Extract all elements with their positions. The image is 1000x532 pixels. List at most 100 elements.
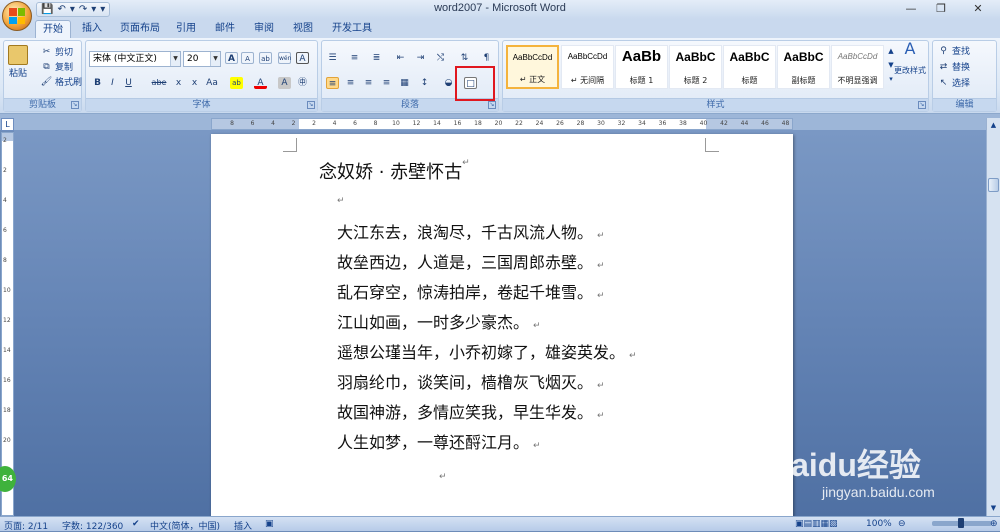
decrease-indent-button[interactable]: ⇤ (394, 52, 407, 64)
insert-mode[interactable]: 插入 (234, 519, 252, 532)
paragraph-launcher-icon[interactable]: ↘ (488, 101, 496, 109)
tab-page-layout[interactable]: 页面布局 (114, 20, 166, 38)
chevron-down-icon[interactable]: ▼ (210, 52, 220, 66)
save-icon[interactable]: 💾 (41, 4, 53, 15)
font-name-combo[interactable]: 宋体 (中文正文) ▼ (89, 51, 181, 67)
style-title[interactable]: AaBbC 标题 (723, 45, 776, 89)
paragraph-mark: ↵ (597, 261, 605, 271)
style-heading-1[interactable]: AaBb 标题 1 (615, 45, 668, 89)
close-button[interactable]: ✕ (956, 0, 1000, 18)
style-no-spacing[interactable]: AaBbCcDd ↵ 无间隔 (561, 45, 614, 89)
change-case-button[interactable]: Aa (204, 77, 220, 89)
horizontal-ruler[interactable]: 8 6 4 2 2 4 6 8 10 12 14 16 18 20 22 24 26 28 30 32 34 36 38 40… (211, 118, 793, 130)
numbering-button[interactable]: ≡ (348, 52, 361, 64)
grow-font-icon: A (225, 52, 238, 64)
align-center-icon: ≡ (346, 78, 355, 88)
document-page[interactable]: 念奴娇 · 赤壁怀古 ↵ ↵ 大江东去，浪淘尽，千古风流人物。 ↵ 故垒西边，人道是，… (211, 134, 793, 516)
clipboard-group: 粘贴 ✂ 剪切 ⧉ 复制 🖌 格式刷 剪贴板 ↘ (3, 40, 82, 112)
italic-button[interactable]: I (106, 77, 119, 89)
style-subtle-emphasis[interactable]: AaBbCcDd 不明显强调 (831, 45, 884, 89)
phonetic-guide-button[interactable]: wén (278, 52, 291, 64)
find-button[interactable]: ⚲ 查找 (937, 44, 970, 58)
asian-layout-button[interactable]: ⤭ (434, 52, 447, 64)
scrollbar-thumb[interactable] (988, 178, 999, 192)
zoom-out-icon[interactable]: ⊖ (898, 519, 906, 529)
customize-qat-icon[interactable]: ▾ (100, 4, 105, 15)
copy-button[interactable]: ⧉ 复制 (40, 60, 73, 74)
undo-icon[interactable]: ↶ (57, 4, 65, 15)
redo-icon[interactable]: ↷ (79, 4, 87, 15)
minimize-button[interactable]: — (896, 0, 926, 18)
align-left-button[interactable]: ≡ (326, 77, 339, 89)
scroll-down-icon[interactable]: ▼ (988, 503, 999, 514)
language-indicator[interactable]: 中文(简体，中国) (150, 519, 220, 532)
subscript-button[interactable]: x (172, 77, 185, 89)
zoom-slider[interactable] (932, 518, 992, 528)
align-center-button[interactable]: ≡ (344, 77, 357, 89)
char-border-button[interactable]: A (296, 52, 309, 64)
change-styles-label: 更改样式 (894, 66, 926, 75)
clipboard-launcher-icon[interactable]: ↘ (71, 101, 79, 109)
vertical-scrollbar[interactable]: ▲ ▼ (986, 118, 1000, 516)
justify-button[interactable]: ≡ (380, 77, 393, 89)
spellcheck-icon[interactable]: ✔ (132, 519, 140, 529)
bullets-button[interactable]: ☰ (326, 52, 339, 64)
font-size-combo[interactable]: 20 ▼ (183, 51, 221, 67)
vertical-ruler[interactable]: 2246810121416182022 (1, 132, 14, 516)
cut-button[interactable]: ✂ 剪切 (40, 45, 73, 59)
underline-button[interactable]: U (122, 77, 135, 89)
zoom-in-icon[interactable]: ⊕ (990, 519, 998, 529)
style-normal[interactable]: AaBbCcDd ↵ 正文 (506, 45, 559, 89)
zoom-slider-knob[interactable] (958, 518, 964, 528)
change-styles-button[interactable]: A 更改样式 (891, 41, 929, 76)
sort-button[interactable]: ⇅ (458, 52, 471, 64)
zoom-level[interactable]: 100% (866, 519, 892, 529)
font-launcher-icon[interactable]: ↘ (307, 101, 315, 109)
superscript-button[interactable]: x (188, 77, 201, 89)
distributed-button[interactable]: ▦ (398, 77, 411, 89)
ruler-tick-label: 36 (658, 120, 667, 127)
bold-button[interactable]: B (91, 77, 104, 89)
tab-mailings[interactable]: 邮件 (209, 20, 241, 38)
tab-view[interactable]: 视图 (287, 20, 319, 38)
redo-dropdown-icon[interactable]: ▾ (91, 4, 96, 15)
more-styles-icon[interactable]: ▾ (889, 75, 893, 83)
tab-home[interactable]: 开始 (35, 20, 71, 38)
grow-font-button[interactable]: A (225, 52, 238, 64)
char-shading-button[interactable]: A (278, 77, 291, 89)
tab-review[interactable]: 审阅 (248, 20, 280, 38)
shrink-font-button[interactable]: A (241, 52, 254, 64)
tab-insert[interactable]: 插入 (76, 20, 108, 38)
strikethrough-button[interactable]: abe (150, 77, 168, 89)
show-marks-button[interactable]: ¶ (480, 52, 493, 64)
word-count[interactable]: 字数: 122/360 (62, 519, 123, 532)
format-painter-button[interactable]: 🖌 格式刷 (40, 75, 82, 89)
tab-selector-icon[interactable]: L (1, 118, 14, 131)
select-button[interactable]: ↖ 选择 (937, 76, 970, 90)
view-buttons[interactable]: ▣▤▥▦▧ (795, 519, 838, 529)
clear-format-button[interactable]: ab (259, 52, 272, 64)
page-indicator[interactable]: 页面: 2/11 (4, 519, 48, 532)
increase-indent-button[interactable]: ⇥ (414, 52, 427, 64)
chevron-down-icon[interactable]: ▼ (170, 52, 180, 66)
style-subtitle[interactable]: AaBbC 副标题 (777, 45, 830, 89)
scroll-up-icon[interactable]: ▲ (988, 120, 999, 131)
highlight-button[interactable]: ab (230, 77, 243, 89)
styles-launcher-icon[interactable]: ↘ (918, 101, 926, 109)
shading-button[interactable]: ◒ (442, 77, 455, 89)
tab-references[interactable]: 引用 (170, 20, 202, 38)
align-right-button[interactable]: ≡ (362, 77, 375, 89)
restore-button[interactable]: ❐ (926, 0, 956, 18)
undo-dropdown-icon[interactable]: ▾ (70, 4, 75, 15)
tab-developer[interactable]: 开发工具 (326, 20, 378, 38)
macro-record-icon[interactable]: ▣ (265, 519, 274, 529)
document-area[interactable]: 念奴娇 · 赤壁怀古 ↵ ↵ 大江东去，浪淘尽，千古风流人物。 ↵ 故垒西边，人道是，… (14, 130, 986, 516)
multilevel-list-button[interactable]: ≣ (370, 52, 383, 64)
enclose-char-button[interactable]: ㊥ (296, 77, 309, 89)
replace-button[interactable]: ⇄ 替换 (937, 60, 970, 74)
style-heading-2[interactable]: AaBbC 标题 2 (669, 45, 722, 89)
font-color-button[interactable]: A (254, 77, 267, 89)
office-button[interactable] (2, 1, 32, 31)
line-spacing-button[interactable]: ↕ (418, 77, 431, 89)
paste-button[interactable]: 粘贴 (8, 45, 28, 79)
